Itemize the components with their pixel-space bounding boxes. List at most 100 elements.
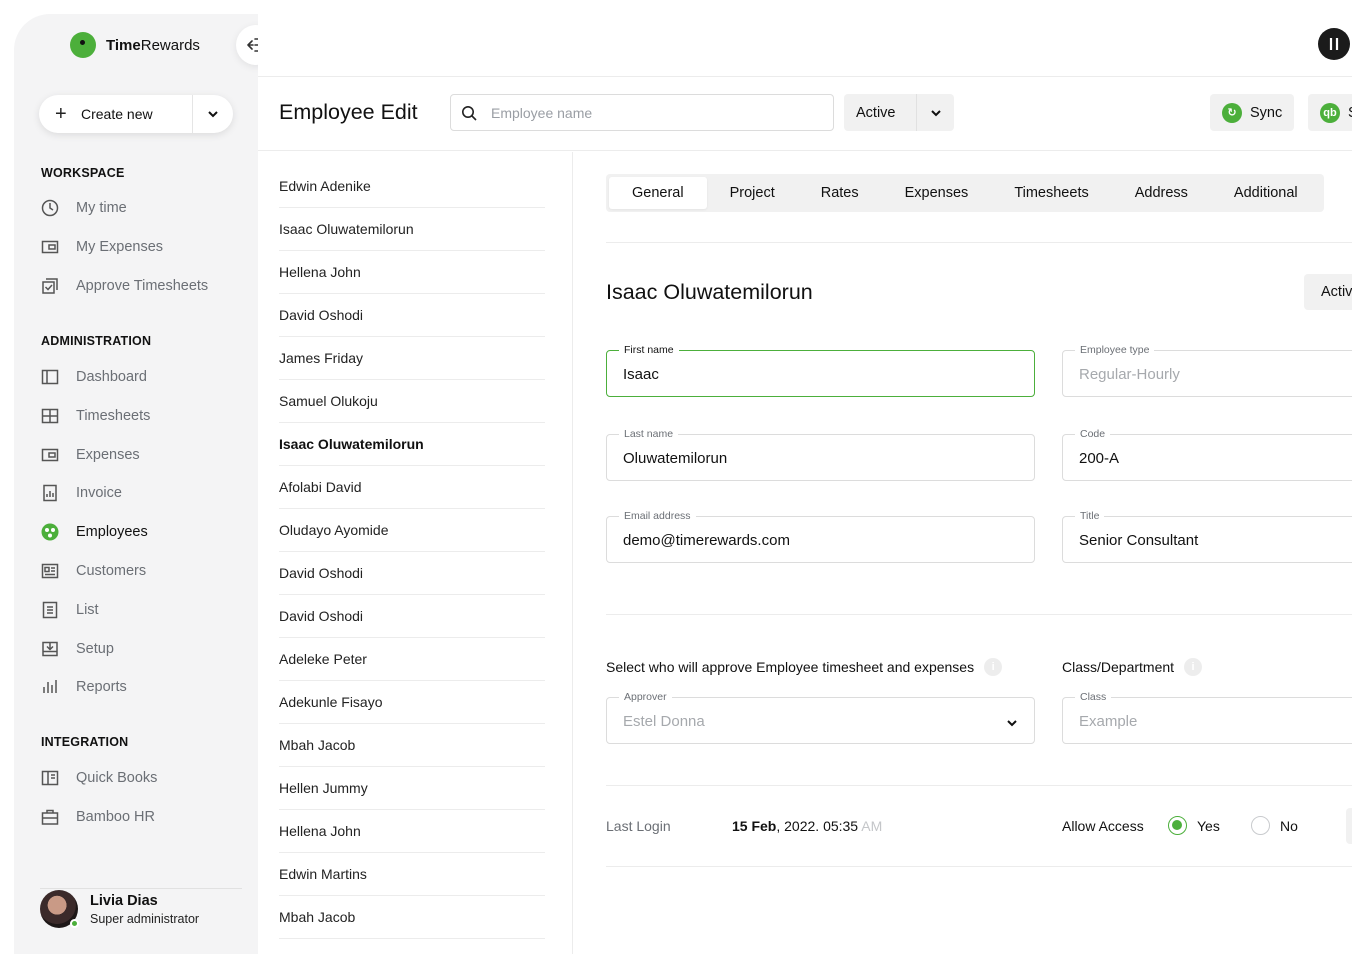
- plus-icon: +: [55, 103, 67, 125]
- sidebar-item-dashboard[interactable]: Dashboard: [40, 365, 147, 389]
- employee-list-item[interactable]: Matthew Oludare: [279, 939, 545, 954]
- employee-list-item[interactable]: Samuel Olukoju: [279, 380, 545, 423]
- create-new-dropdown[interactable]: [193, 110, 233, 118]
- employee-list-item[interactable]: Hellen Jummy: [279, 767, 545, 810]
- employee-list-item[interactable]: Mbah Jacob: [279, 724, 545, 767]
- status-filter-select[interactable]: Active: [844, 94, 954, 131]
- sidebar-item-timesheets[interactable]: Timesheets: [40, 404, 150, 428]
- employee-list-item[interactable]: David Oshodi: [279, 595, 545, 638]
- pause-icon: [1329, 38, 1339, 50]
- employee-list-item[interactable]: Hellena John: [279, 810, 545, 853]
- approve-icon: [40, 276, 60, 296]
- radio-selected-icon: [1168, 816, 1187, 835]
- sidebar-item-quick-books[interactable]: Quick Books: [40, 766, 157, 790]
- tab-project[interactable]: Project: [707, 177, 798, 209]
- avatar: [40, 890, 79, 928]
- employee-list-item[interactable]: Afolabi David: [279, 466, 545, 509]
- tab-rates[interactable]: Rates: [798, 177, 882, 209]
- employee-type-field[interactable]: Employee type Regular-Hourly: [1062, 344, 1352, 397]
- title-label: Title: [1075, 510, 1105, 522]
- create-new-button[interactable]: + Create new: [39, 95, 233, 133]
- user-role: Super administrator: [90, 911, 200, 926]
- employee-list-item[interactable]: Isaac Oluwatemilorun: [279, 208, 545, 251]
- employee-type-label: Employee type: [1075, 344, 1155, 356]
- employee-list-item[interactable]: Hellena John: [279, 251, 545, 294]
- sync-icon: ↻: [1222, 102, 1242, 123]
- top-bar: [258, 14, 1352, 77]
- sidebar-item-list[interactable]: List: [40, 598, 99, 622]
- save-button[interactable]: [1346, 808, 1352, 844]
- quickbooks-sync-label: S: [1348, 105, 1352, 121]
- allow-access-no-radio[interactable]: No: [1251, 816, 1298, 835]
- employee-search[interactable]: [450, 94, 834, 131]
- employee-list-item[interactable]: Adeleke Peter: [279, 638, 545, 681]
- page-header: Employee Edit Active ↻ Sync qb S: [258, 78, 1352, 151]
- app-name: TimeRewards: [106, 36, 200, 54]
- sidebar-item-label: Quick Books: [76, 770, 158, 786]
- list-icon: [40, 600, 60, 620]
- sidebar-item-my-time[interactable]: My time: [40, 196, 127, 220]
- employee-list-item[interactable]: David Oshodi: [279, 552, 545, 595]
- briefcase-icon: [40, 807, 60, 827]
- clock-icon: [40, 198, 60, 218]
- sidebar-item-invoice[interactable]: Invoice: [40, 481, 122, 505]
- approver-select[interactable]: Approver Estel Donna: [606, 691, 1035, 744]
- approver-value: Estel Donna: [623, 713, 705, 730]
- class-label: Class: [1075, 691, 1112, 703]
- info-icon[interactable]: i: [1184, 658, 1203, 676]
- sidebar-item-approve-timesheets[interactable]: Approve Timesheets: [40, 274, 208, 298]
- employee-detail: General Project Rates Expenses Timesheets Add…: [574, 152, 1352, 954]
- approver-label: Approver: [619, 691, 672, 703]
- class-section-heading: Class/Department i: [1062, 658, 1203, 676]
- employee-status-chip[interactable]: Activ: [1304, 274, 1352, 310]
- sidebar-item-bamboo-hr[interactable]: Bamboo HR: [40, 805, 155, 829]
- search-input[interactable]: [491, 104, 811, 121]
- employee-list-item[interactable]: Edwin Martins: [279, 853, 545, 896]
- wallet-icon: [40, 445, 60, 465]
- employee-name-heading: Isaac Oluwatemilorun: [606, 280, 813, 304]
- employee-list-item[interactable]: Oludayo Ayomide: [279, 509, 545, 552]
- employee-list-item[interactable]: Adekunle Fisayo: [279, 681, 545, 724]
- sync-label: Sync: [1250, 104, 1283, 121]
- quickbooks-sync-button[interactable]: qb S: [1308, 94, 1352, 131]
- app-logo[interactable]: TimeRewards: [70, 32, 200, 58]
- sidebar-item-reports[interactable]: Reports: [40, 675, 127, 699]
- sync-button[interactable]: ↻ Sync: [1210, 94, 1294, 131]
- employee-list-item[interactable]: Mbah Jacob: [279, 896, 545, 939]
- sidebar-item-setup[interactable]: Setup: [40, 637, 114, 661]
- tab-timesheets[interactable]: Timesheets: [991, 177, 1111, 209]
- email-field[interactable]: Email address demo@timerewards.com: [606, 510, 1035, 563]
- sidebar-item-label: Reports: [76, 679, 127, 696]
- tab-address[interactable]: Address: [1112, 177, 1211, 209]
- section-administration: ADMINISTRATION: [41, 334, 152, 348]
- code-field[interactable]: Code 200-A: [1062, 428, 1352, 481]
- class-field[interactable]: Class Example: [1062, 691, 1352, 744]
- employee-list-item[interactable]: David Oshodi: [279, 294, 545, 337]
- page-title: Employee Edit: [279, 100, 418, 124]
- tab-general[interactable]: General: [609, 177, 707, 209]
- sidebar-item-my-expenses[interactable]: My Expenses: [40, 235, 163, 259]
- class-value: Example: [1079, 713, 1138, 730]
- tab-additional[interactable]: Additional: [1211, 177, 1321, 209]
- sidebar-item-label: Invoice: [76, 485, 122, 502]
- pause-button[interactable]: [1318, 28, 1350, 60]
- info-icon[interactable]: i: [984, 658, 1003, 676]
- employee-list-item[interactable]: Isaac Oluwatemilorun: [279, 423, 545, 466]
- sidebar-item-expenses[interactable]: Expenses: [40, 443, 140, 467]
- email-value: demo@timerewards.com: [623, 532, 790, 549]
- last-name-field[interactable]: Last name Oluwatemilorun: [606, 428, 1035, 481]
- sidebar-item-employees[interactable]: Employees: [40, 520, 148, 544]
- title-field[interactable]: Title Senior Consultant: [1062, 510, 1352, 563]
- sidebar-item-customers[interactable]: Customers: [40, 559, 146, 583]
- bar-chart-icon: [40, 677, 60, 697]
- sidebar-item-label: Employees: [76, 524, 148, 541]
- allow-access-yes-radio[interactable]: Yes: [1168, 816, 1220, 835]
- first-name-value: Isaac: [623, 366, 659, 383]
- last-login-label: Last Login: [606, 818, 671, 834]
- employee-list-item[interactable]: James Friday: [279, 337, 545, 380]
- tab-expenses[interactable]: Expenses: [882, 177, 992, 209]
- current-user[interactable]: Livia Dias Super administrator: [40, 890, 199, 928]
- sidebar-item-label: Timesheets: [76, 407, 151, 424]
- first-name-field[interactable]: First name Isaac: [606, 344, 1035, 397]
- employee-list-item[interactable]: Edwin Adenike: [279, 165, 545, 208]
